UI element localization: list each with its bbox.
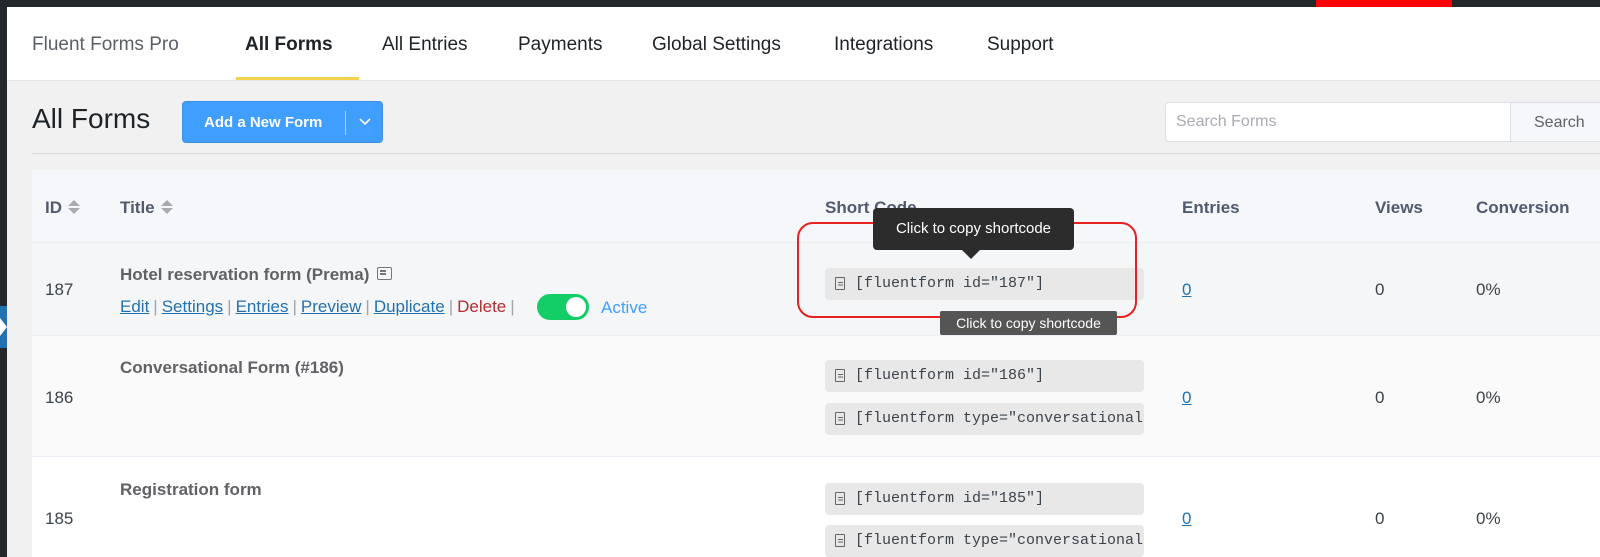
form-id: 187 (45, 280, 74, 299)
toggle-knob (566, 297, 586, 317)
copy-shortcode-tooltip: Click to copy shortcode (873, 208, 1074, 259)
sort-icon[interactable] (160, 199, 173, 215)
shortcode-text: [fluentform id="186"] (855, 367, 1045, 384)
action-separator: | (510, 297, 515, 316)
table-row: 185 Registration form [fluentform id="18… (32, 457, 1600, 557)
form-title: Hotel reservation form (Prema) (120, 265, 393, 285)
add-new-form-button[interactable]: Add a New Form (182, 101, 383, 143)
nav-all-entries[interactable]: All Entries (382, 34, 468, 56)
top-navigation: Fluent Forms Pro All Forms All Entries P… (7, 7, 1600, 81)
document-icon (835, 412, 845, 425)
views-count: 0 (1375, 509, 1385, 528)
collapse-arrow-icon (0, 318, 7, 336)
form-preview-icon[interactable] (377, 267, 393, 281)
chevron-down-icon[interactable] (355, 112, 375, 132)
page-title: All Forms (32, 103, 151, 134)
brand-label: Fluent Forms Pro (32, 34, 179, 55)
form-title: Registration form (120, 480, 262, 499)
nav-integrations[interactable]: Integrations (834, 34, 933, 56)
column-title-label: Title (120, 198, 155, 217)
form-title: Conversational Form (#186) (120, 358, 344, 377)
form-id: 186 (45, 388, 74, 407)
add-new-form-label: Add a New Form (204, 114, 323, 131)
entries-count-link[interactable]: 0 (1182, 509, 1191, 529)
conversion-rate: 0% (1476, 509, 1501, 528)
action-separator: | (448, 297, 454, 316)
settings-link[interactable]: Settings (162, 297, 223, 316)
sort-icon[interactable] (68, 199, 80, 215)
table-row: 186 Conversational Form (#186) [fluentfo… (32, 336, 1600, 457)
active-tab-underline (236, 77, 359, 80)
shortcode-text: [fluentform type="conversational" (855, 410, 1144, 427)
button-divider (345, 111, 346, 135)
entries-action-link[interactable]: Entries (236, 297, 289, 316)
preview-link[interactable]: Preview (301, 297, 361, 316)
status-label: Active (601, 298, 648, 317)
row-actions: Edit | Settings | Entries | Preview | Duplicate |… (120, 297, 519, 317)
action-separator: | (292, 297, 297, 316)
nav-all-forms[interactable]: All Forms (245, 34, 333, 56)
action-separator: | (153, 297, 158, 316)
action-separator: | (365, 297, 370, 316)
column-views: Views (1375, 198, 1423, 217)
form-id: 185 (45, 509, 74, 528)
shortcode-copy-conversational[interactable]: [fluentform type="conversational" (825, 403, 1144, 435)
search-button[interactable]: Search (1511, 102, 1600, 142)
document-icon (835, 492, 845, 505)
document-icon (835, 534, 845, 547)
entries-count-link[interactable]: 0 (1182, 280, 1191, 300)
action-separator: | (227, 297, 232, 316)
column-entries: Entries (1182, 198, 1240, 217)
views-count: 0 (1375, 388, 1385, 407)
column-title[interactable]: Title (120, 198, 173, 218)
conversion-rate: 0% (1476, 280, 1501, 299)
shortcode-text: [fluentform id="185"] (855, 490, 1045, 507)
column-conversion: Conversion (1476, 198, 1570, 217)
shortcode-copy-conversational[interactable]: [fluentform type="conversational" (825, 525, 1144, 557)
edit-link[interactable]: Edit (120, 297, 149, 316)
search-input[interactable] (1165, 102, 1511, 142)
copy-shortcode-hint: Click to copy shortcode (940, 311, 1117, 335)
status-toggle[interactable] (537, 294, 589, 320)
delete-link[interactable]: Delete (457, 297, 506, 316)
nav-support[interactable]: Support (987, 34, 1054, 56)
form-title-text: Hotel reservation form (Prema) (120, 265, 370, 284)
shortcode-copy[interactable]: [fluentform id="185"] (825, 483, 1144, 515)
nav-payments[interactable]: Payments (518, 34, 602, 56)
entries-count-link[interactable]: 0 (1182, 388, 1191, 408)
nav-global-settings[interactable]: Global Settings (652, 34, 781, 56)
views-count: 0 (1375, 280, 1385, 299)
column-id-label: ID (45, 198, 62, 217)
document-icon (835, 369, 845, 382)
app-window: Fluent Forms Pro All Forms All Entries P… (7, 7, 1600, 557)
column-id[interactable]: ID (45, 198, 80, 218)
window-red-indicator (1316, 0, 1452, 7)
shortcode-text: [fluentform type="conversational" (855, 532, 1144, 549)
header-divider (32, 153, 1600, 154)
conversion-rate: 0% (1476, 388, 1501, 407)
shortcode-copy[interactable]: [fluentform id="186"] (825, 360, 1144, 392)
duplicate-link[interactable]: Duplicate (374, 297, 445, 316)
